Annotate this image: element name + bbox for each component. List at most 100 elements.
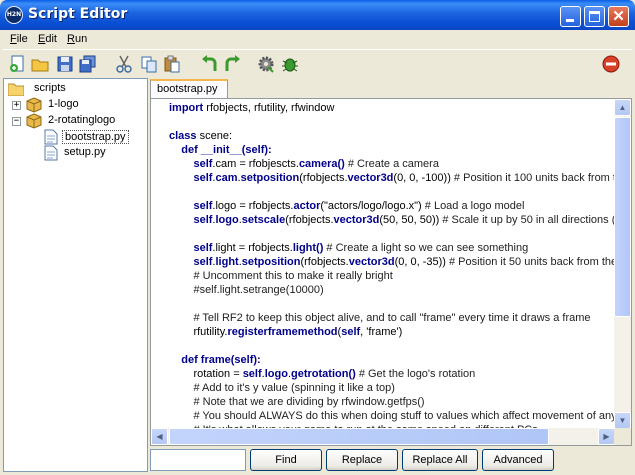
cut-icon[interactable] xyxy=(115,55,133,73)
code-line[interactable]: import rfobjects, rfutility, rfwindow xyxy=(169,102,334,116)
code-text: # Add to it's y value (spinning it like … xyxy=(169,382,395,394)
code-keyword: self xyxy=(242,368,262,380)
code-line[interactable]: self.cam.setposition(rfobjects.vector3d(… xyxy=(169,172,615,186)
code-text: # Position it 100 units back from the lo… xyxy=(453,172,615,184)
collapse-icon[interactable]: − xyxy=(12,117,21,126)
code-keyword: self xyxy=(193,200,213,212)
save-all-icon[interactable] xyxy=(79,55,97,73)
scroll-left-button[interactable]: ◀ xyxy=(151,428,168,445)
tree-file-bootstrap[interactable]: bootstrap.py xyxy=(44,129,144,145)
stop-icon[interactable] xyxy=(602,55,620,73)
code-keyword: light xyxy=(215,256,239,268)
tab-bootstrap[interactable]: bootstrap.py xyxy=(150,79,228,99)
code-line[interactable]: self.logo.setscale(rfobjects.vector3d(50… xyxy=(169,214,615,228)
code-line[interactable]: # Tell RF2 to keep this object alive, an… xyxy=(169,312,590,326)
code-text: (50, 50, 50)) xyxy=(379,214,440,226)
open-folder-icon[interactable] xyxy=(31,55,49,73)
code-line[interactable]: rfutility.registerframemethod(self, 'fra… xyxy=(169,326,402,340)
code-line[interactable]: self.light = rfobjects.light() # Create … xyxy=(169,242,528,256)
scroll-right-button[interactable]: ▶ xyxy=(598,428,615,445)
tree-root[interactable]: scripts xyxy=(8,81,138,97)
code-line[interactable]: # Note that we are dividing by rfwindow.… xyxy=(169,396,424,410)
code-line[interactable]: self.light.setposition(rfobjects.vector3… xyxy=(169,256,615,270)
package-icon xyxy=(26,113,42,129)
code-text: # You should ALWAYS do this when doing s… xyxy=(169,410,615,422)
redo-icon[interactable] xyxy=(223,55,241,73)
code-line[interactable]: self.logo = rfobjects.actor("actors/logo… xyxy=(169,200,524,214)
replace-button[interactable]: Replace xyxy=(326,449,398,471)
code-line[interactable]: def __init__(self): xyxy=(169,144,271,158)
code-keyword: setposition xyxy=(241,256,301,268)
window-title: Script Editor xyxy=(28,6,128,22)
code-area[interactable]: import rfobjects, rfutility, rfwindow cla… xyxy=(151,99,615,429)
code-line[interactable]: # You should ALWAYS do this when doing s… xyxy=(169,410,615,424)
code-line[interactable]: #self.light.setrange(10000) xyxy=(169,284,323,298)
code-line[interactable]: # Uncomment this to make it really brigh… xyxy=(169,270,392,284)
replace-all-button[interactable]: Replace All xyxy=(402,449,478,471)
menu-edit[interactable]: Edit xyxy=(38,33,57,45)
tree-item-2-rotatinglogo[interactable]: − 2-rotatinglogo xyxy=(8,113,138,129)
script-file-icon xyxy=(44,145,58,161)
code-keyword: logo xyxy=(215,214,239,226)
code-keyword: class xyxy=(169,130,197,142)
code-text: # Scale it up by 50 in all directions (x… xyxy=(442,214,615,226)
code-keyword: setscale xyxy=(241,214,286,226)
code-keyword: frame(self): xyxy=(200,354,261,366)
save-icon[interactable] xyxy=(56,55,74,73)
code-line[interactable]: class scene: xyxy=(169,130,232,144)
copy-icon[interactable] xyxy=(140,55,158,73)
undo-icon[interactable] xyxy=(201,55,219,73)
app-icon: H2N xyxy=(5,6,23,24)
scroll-up-button[interactable]: ▲ xyxy=(614,99,631,116)
code-text: .light = rfobjects. xyxy=(212,242,293,254)
code-line[interactable]: # Add to it's y value (spinning it like … xyxy=(169,382,395,396)
advanced-button[interactable]: Advanced xyxy=(482,449,554,471)
code-keyword: self xyxy=(193,214,213,226)
code-line[interactable]: def frame(self): xyxy=(169,354,261,368)
code-keyword: camera() xyxy=(298,158,345,170)
minimize-button[interactable] xyxy=(560,6,581,27)
code-keyword: def xyxy=(181,354,198,366)
menu-run[interactable]: Run xyxy=(67,33,87,45)
paste-icon[interactable] xyxy=(163,55,181,73)
package-icon xyxy=(26,97,42,113)
expand-icon[interactable]: + xyxy=(12,101,21,110)
code-text: (rfobjects. xyxy=(285,214,334,226)
tree-item-1-logo[interactable]: + 1-logo xyxy=(8,97,138,113)
tab-label: bootstrap.py xyxy=(157,83,218,95)
vertical-scrollbar[interactable]: ▲ ▼ xyxy=(614,99,631,429)
folder-icon xyxy=(8,83,24,96)
maximize-button[interactable] xyxy=(584,6,605,27)
code-line[interactable]: rotation = self.logo.getrotation() # Get… xyxy=(169,368,475,382)
horizontal-scroll-thumb[interactable] xyxy=(169,428,549,445)
code-keyword: self xyxy=(193,172,213,184)
close-button[interactable]: ✕ xyxy=(608,6,629,27)
code-editor[interactable]: import rfobjects, rfutility, rfwindow cla… xyxy=(150,98,632,446)
code-text: # Get the logo's rotation xyxy=(355,368,476,380)
settings-gear-icon[interactable] xyxy=(257,55,275,73)
code-text: (rfobjects. xyxy=(300,256,349,268)
code-text: .cam = rfobjescts. xyxy=(212,158,299,170)
code-text: # Create a light so we can see something xyxy=(323,242,529,254)
code-text: (0, 0, -100)) xyxy=(393,172,451,184)
find-input[interactable] xyxy=(150,449,246,471)
find-button[interactable]: Find xyxy=(250,449,322,471)
menu-file[interactable]: File xyxy=(10,33,28,45)
vertical-scroll-thumb[interactable] xyxy=(614,117,631,317)
scroll-down-button[interactable]: ▼ xyxy=(614,412,631,429)
debug-bug-icon[interactable] xyxy=(281,55,299,73)
code-keyword: self xyxy=(193,158,213,170)
tree-file-setup[interactable]: setup.py xyxy=(44,145,144,161)
code-keyword: vector3d xyxy=(333,214,380,226)
script-tree[interactable]: scripts + 1-logo − 2-rotatinglogo bootst… xyxy=(3,78,148,472)
tree-root-label: scripts xyxy=(34,82,66,94)
horizontal-scrollbar[interactable]: ◀ ▶ xyxy=(151,428,615,445)
new-script-icon[interactable] xyxy=(9,55,27,73)
code-line[interactable]: self.cam = rfobjescts.camera() # Create … xyxy=(169,158,439,172)
title-bar[interactable]: H2N Script Editor ✕ xyxy=(0,0,635,30)
